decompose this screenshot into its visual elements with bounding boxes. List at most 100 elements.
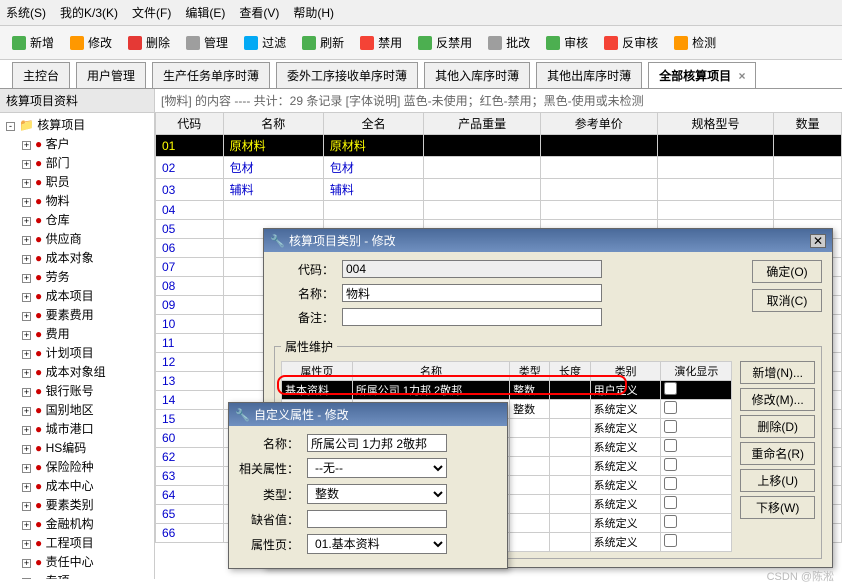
tree-item[interactable]: +● 成本对象组 <box>0 362 154 381</box>
dialog-title-text: 核算项目类别 - 修改 <box>289 232 396 249</box>
tree-item[interactable]: +● 责任中心 <box>0 552 154 571</box>
close-icon[interactable]: ✕ <box>810 234 826 248</box>
menu-item[interactable]: 系统(S) <box>6 4 46 21</box>
tab[interactable]: 生产任务单序时薄 <box>152 62 270 88</box>
tree-root[interactable]: -📁 核算项目 <box>0 115 154 134</box>
toolbar-批改[interactable]: 批改 <box>484 32 534 53</box>
dialog-title: 🔧 核算项目类别 - 修改 ✕ <box>264 229 832 252</box>
toolbar-反禁用[interactable]: 反禁用 <box>414 32 476 53</box>
tree-item[interactable]: +● 要素费用 <box>0 305 154 324</box>
menubar: 系统(S) 我的K/3(K) 文件(F) 编辑(E) 查看(V) 帮助(H) <box>0 0 842 26</box>
tab[interactable]: 委外工序接收单序时薄 <box>276 62 418 88</box>
toolbar-反审核[interactable]: 反审核 <box>600 32 662 53</box>
toolbar-删除[interactable]: 删除 <box>124 32 174 53</box>
tree-item[interactable]: +● 城市港口 <box>0 419 154 438</box>
toolbar-过滤[interactable]: 过滤 <box>240 32 290 53</box>
toolbar-管理[interactable]: 管理 <box>182 32 232 53</box>
attr-type-select[interactable]: 整数 <box>307 484 447 504</box>
close-icon[interactable]: × <box>738 69 745 83</box>
grid-header[interactable]: 规格型号 <box>657 113 774 135</box>
attr-name-input[interactable] <box>307 434 447 452</box>
note-input[interactable] <box>342 308 602 326</box>
side-button[interactable]: 删除(D) <box>740 415 815 438</box>
tree-item[interactable]: +● 职员 <box>0 172 154 191</box>
tree-item[interactable]: +● 保险险种 <box>0 457 154 476</box>
side-button[interactable]: 上移(U) <box>740 469 815 492</box>
dialog-icon: 🔧 <box>235 408 250 422</box>
toolbar-刷新[interactable]: 刷新 <box>298 32 348 53</box>
side-button[interactable]: 新增(N)... <box>740 361 815 384</box>
watermark: CSDN @陈淞 <box>767 568 834 584</box>
toolbar-禁用[interactable]: 禁用 <box>356 32 406 53</box>
attr-rel-select[interactable]: --无-- <box>307 458 447 478</box>
attr-default-input[interactable] <box>307 510 447 528</box>
tree-item[interactable]: +● 供应商 <box>0 229 154 248</box>
toolbar-检测[interactable]: 检测 <box>670 32 720 53</box>
grid-header-row: 代码名称全名产品重量参考单价规格型号数量 <box>156 113 842 135</box>
grid-header[interactable]: 产品重量 <box>424 113 541 135</box>
grid-header[interactable]: 数量 <box>774 113 842 135</box>
grid-header[interactable]: 全名 <box>323 113 423 135</box>
tab[interactable]: 主控台 <box>12 62 70 88</box>
tabbar: 主控台用户管理生产任务单序时薄委外工序接收单序时薄其他入库序时薄其他出库序时薄全… <box>0 62 842 89</box>
menu-item[interactable]: 帮助(H) <box>293 4 334 21</box>
cancel-button[interactable]: 取消(C) <box>752 289 822 312</box>
tree-title: 核算项目资料 <box>0 89 154 113</box>
dialog-title: 🔧 自定义属性 - 修改 <box>229 403 507 426</box>
table-row[interactable]: 04 <box>156 201 842 220</box>
attr-page-select[interactable]: 01.基本资料 <box>307 534 447 554</box>
tree-item[interactable]: +● 仓库 <box>0 210 154 229</box>
tree-item[interactable]: +● 成本中心 <box>0 476 154 495</box>
dialog-title-text: 自定义属性 - 修改 <box>254 406 349 423</box>
tree-item[interactable]: +● 计划项目 <box>0 343 154 362</box>
table-row[interactable]: 01原材料原材料 <box>156 135 842 157</box>
side-button[interactable]: 修改(M)... <box>740 388 815 411</box>
toolbar-新增[interactable]: 新增 <box>8 32 58 53</box>
side-button[interactable]: 重命名(R) <box>740 442 815 465</box>
grid-header[interactable]: 代码 <box>156 113 224 135</box>
tree-item[interactable]: +● 金融机构 <box>0 514 154 533</box>
toolbar: 新增修改删除管理过滤刷新禁用反禁用批改审核反审核检测 <box>0 26 842 60</box>
toolbar-修改[interactable]: 修改 <box>66 32 116 53</box>
tree-item[interactable]: +● 物料 <box>0 191 154 210</box>
status-line: [物料] 的内容 ---- 共计：29 条记录 [字体说明] 蓝色-未使用；红色… <box>155 89 842 112</box>
grid-header[interactable]: 名称 <box>223 113 323 135</box>
tree-item[interactable]: +● 成本对象 <box>0 248 154 267</box>
tree-item[interactable]: +● 银行账号 <box>0 381 154 400</box>
code-input <box>342 260 602 278</box>
tab[interactable]: 用户管理 <box>76 62 146 88</box>
table-row[interactable]: 03辅料辅料 <box>156 179 842 201</box>
tree[interactable]: -📁 核算项目+● 客户+● 部门+● 职员+● 物料+● 仓库+● 供应商+●… <box>0 113 154 579</box>
dialog-icon: 🔧 <box>270 234 285 248</box>
tree-item[interactable]: +● 国别地区 <box>0 400 154 419</box>
menu-item[interactable]: 编辑(E) <box>185 4 225 21</box>
tree-panel: 核算项目资料 -📁 核算项目+● 客户+● 部门+● 职员+● 物料+● 仓库+… <box>0 89 155 579</box>
menu-item[interactable]: 文件(F) <box>132 4 171 21</box>
tab[interactable]: 其他入库序时薄 <box>424 62 530 88</box>
attr-legend: 属性维护 <box>281 338 337 355</box>
attr-row[interactable]: 基本资料所属公司 1力邦 2敬邦整数用户定义 <box>282 381 732 400</box>
note-label: 备注： <box>274 309 334 326</box>
tree-item[interactable]: +● 成本项目 <box>0 286 154 305</box>
tree-item[interactable]: +● HS编码 <box>0 438 154 457</box>
dialog-custom-attr: 🔧 自定义属性 - 修改 名称： 相关属性：--无-- 类型：整数 缺省值： 属… <box>228 402 508 569</box>
toolbar-审核[interactable]: 审核 <box>542 32 592 53</box>
tree-item[interactable]: +● 工程项目 <box>0 533 154 552</box>
side-button[interactable]: 下移(W) <box>740 496 815 519</box>
tab[interactable]: 其他出库序时薄 <box>536 62 642 88</box>
tree-item[interactable]: +● 客户 <box>0 134 154 153</box>
tree-item[interactable]: +● 部门 <box>0 153 154 172</box>
tab[interactable]: 全部核算项目 × <box>648 62 756 88</box>
ok-button[interactable]: 确定(O) <box>752 260 822 283</box>
tree-item[interactable]: +● 专项 <box>0 571 154 579</box>
table-row[interactable]: 02包材包材 <box>156 157 842 179</box>
name-input[interactable] <box>342 284 602 302</box>
tree-item[interactable]: +● 费用 <box>0 324 154 343</box>
tree-item[interactable]: +● 劳务 <box>0 267 154 286</box>
tree-item[interactable]: +● 要素类别 <box>0 495 154 514</box>
code-label: 代码： <box>274 261 334 278</box>
grid-header[interactable]: 参考单价 <box>540 113 657 135</box>
menu-item[interactable]: 我的K/3(K) <box>60 4 118 21</box>
name-label: 名称： <box>274 285 334 302</box>
menu-item[interactable]: 查看(V) <box>239 4 279 21</box>
